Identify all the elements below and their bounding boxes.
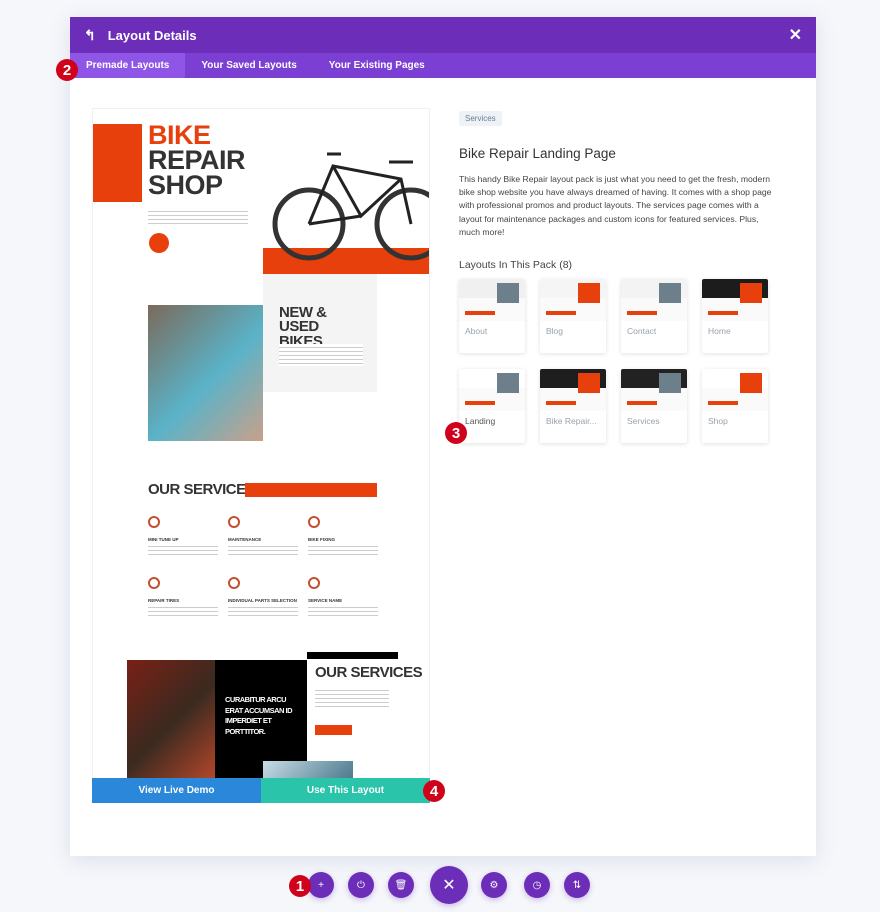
service-icon [148,577,160,589]
marker-1: 1 [289,875,311,897]
layout-thumbnail [621,369,687,412]
tab-saved-layouts[interactable]: Your Saved Layouts [185,53,312,78]
layout-card-label: Home [708,326,731,337]
preview-actions: View Live Demo Use This Layout [92,778,430,803]
marker-3: 3 [445,422,467,444]
layout-details-modal: ↰ Layout Details ✕ Premade Layouts Your … [70,17,816,856]
marker-4: 4 [423,780,445,802]
power-icon[interactable]: ⏻ [348,872,374,898]
bikes-heading: NEW & USED BIKES [279,304,327,350]
service-name: REPAIR TIRES [148,598,180,603]
category-badge[interactable]: Services [459,111,502,126]
layout-card[interactable]: Home [702,279,768,354]
layout-thumbnail [540,369,606,412]
wrench-icon [149,233,169,253]
layout-card-label: Shop [708,416,728,427]
layout-card-label: Services [627,416,660,427]
layout-preview[interactable]: BIKE REPAIR SHOP NEW & USED BIKES OUR SE… [92,108,430,803]
layout-card[interactable]: Services [621,369,687,444]
tab-existing-pages[interactable]: Your Existing Pages [313,53,441,78]
service-text [308,543,378,555]
service-name: INDIVIDUAL PARTS SELECTION [228,598,297,603]
layout-thumbnail [702,369,768,412]
service-text [228,543,298,555]
layout-title: Bike Repair Landing Page [459,146,616,161]
service-icon [148,516,160,528]
layout-thumbnail [702,279,768,322]
service-icon [228,577,240,589]
layout-thumbnail [459,279,525,322]
back-arrow-icon[interactable]: ↰ [84,27,96,44]
service-name: BIKE FIXING [308,537,336,542]
layout-card[interactable]: Bike Repair... [540,369,606,444]
service-text [228,604,298,616]
layout-card[interactable]: Contact [621,279,687,354]
layout-thumbnail [540,279,606,322]
service-icon [228,516,240,528]
service-text [148,604,218,616]
service-icon [308,516,320,528]
service-name: SERVICE NAME [308,598,343,603]
hero-title-line3: SHOP [148,170,223,200]
layout-card-label: About [465,326,488,337]
pack-heading: Layouts In This Pack (8) [459,259,573,272]
bikes-text [279,344,363,366]
black-bar [307,652,398,659]
layout-card[interactable]: About [459,279,525,354]
hero-accent-block [93,124,142,202]
hero-text [148,208,248,224]
marker-2: 2 [56,59,78,81]
service-name: MINI TUNE UP [148,537,179,542]
service-text [148,543,218,555]
layout-card[interactable]: Blog [540,279,606,354]
layout-info: Services Bike Repair Landing Page This h… [459,108,779,444]
tab-premade-layouts[interactable]: Premade Layouts [70,53,186,78]
service-name: MAINTENANCE [228,537,262,542]
trash-icon[interactable]: 🗑 [388,872,414,898]
modal-title: Layout Details [107,27,197,43]
use-this-layout-button[interactable]: Use This Layout [261,778,430,803]
services-text-2 [315,687,389,709]
services-heading-2: OUR SERVICES [315,664,423,681]
layout-card-label: Landing [465,416,496,427]
services-heading: OUR SERVICES [148,481,256,498]
service-icon [308,577,320,589]
history-icon[interactable]: ◷ [524,872,550,898]
layouts-grid: About Blog Contact Home Landing Bike Rep… [459,279,779,444]
layout-card[interactable]: Landing [459,369,525,444]
layout-card-label: Blog [546,326,564,337]
plus-icon[interactable]: + [308,872,334,898]
learn-more-button [315,725,352,735]
sort-icon[interactable]: ⇅ [564,872,590,898]
layout-card[interactable]: Shop [702,369,768,444]
tab-bar: Premade Layouts Your Saved Layouts Your … [70,53,816,78]
layout-description: This handy Bike Repair layout pack is ju… [459,174,772,237]
layout-card-label: Contact [627,326,657,337]
close-icon[interactable]: ✕ [789,25,802,45]
modal-header: ↰ Layout Details ✕ [70,17,816,53]
gears-photo [127,660,215,790]
view-live-demo-button[interactable]: View Live Demo [92,778,261,803]
layout-thumbnail [459,369,525,412]
services-accent-bar [245,483,377,497]
repair-photo [148,305,263,441]
quote-text: CURABITUR ARCU ERAT ACCUMSAN ID IMPERDIE… [225,695,293,736]
gear-icon[interactable]: ⚙ [481,872,507,898]
bicycle-image [272,152,429,261]
layout-thumbnail [621,279,687,322]
layout-card-label: Bike Repair... [546,416,597,427]
close-icon[interactable]: ✕ [430,866,468,904]
service-text [308,604,378,616]
